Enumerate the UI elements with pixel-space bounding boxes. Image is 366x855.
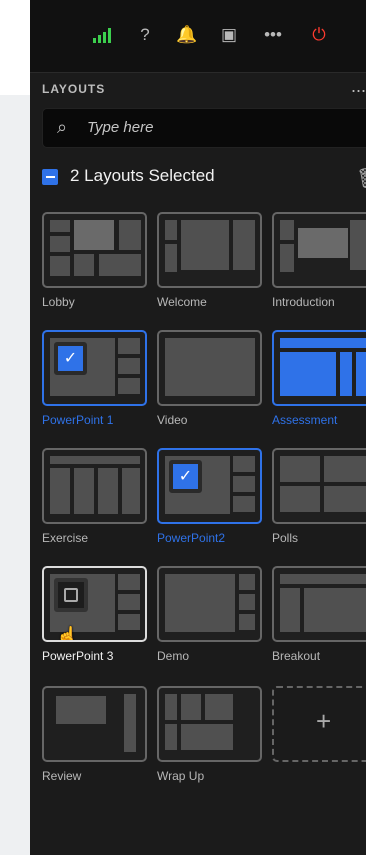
layout-tile-breakout[interactable]: Breakout <box>272 566 366 670</box>
layout-label: Introduction <box>272 295 335 309</box>
layout-tile-wrap-up[interactable]: Wrap Up <box>157 686 262 790</box>
layout-tile-demo[interactable]: Demo <box>157 566 262 670</box>
layout-label: Breakout <box>272 649 321 663</box>
trash-icon[interactable]: 🗑 <box>356 166 366 191</box>
layout-tile-welcome[interactable]: Welcome <box>157 212 262 316</box>
layout-label: PowerPoint 3 <box>42 649 114 663</box>
left-gray-strip <box>0 95 30 855</box>
layout-tile-exercise[interactable]: Exercise <box>42 448 147 552</box>
add-layout-thumbnail: + <box>272 686 366 762</box>
layout-thumbnail <box>157 686 262 762</box>
layout-thumbnail <box>157 330 262 406</box>
panel-menu-icon[interactable]: ... <box>351 76 366 97</box>
selected-check-icon: ✓ <box>54 342 87 375</box>
layout-tile-video[interactable]: Video <box>157 330 262 434</box>
plus-icon: + <box>316 706 332 736</box>
layout-label: Lobby <box>42 295 75 309</box>
hand-cursor-icon: ☝ <box>56 626 79 642</box>
more-icon[interactable]: ••• <box>262 24 284 46</box>
layout-tile-powerpoint2[interactable]: ✓ PowerPoint2 <box>157 448 262 552</box>
layout-label: Polls <box>272 531 299 545</box>
add-layout-tile[interactable]: + <box>272 686 366 790</box>
layout-thumbnail: ☝ <box>42 566 147 642</box>
unchecked-mini-icon <box>54 578 88 612</box>
layout-label: Video <box>157 413 188 427</box>
layout-thumbnail <box>272 448 366 524</box>
layout-label: Exercise <box>42 531 89 545</box>
layout-tile-review[interactable]: Review <box>42 686 147 790</box>
panel-title: LAYOUTS <box>42 82 106 96</box>
bell-icon[interactable]: 🔔 <box>176 24 198 46</box>
search-input[interactable] <box>85 118 349 137</box>
top-toolbar: ? 🔔 ▣ ••• ⏻ <box>30 0 366 73</box>
select-all-checkbox[interactable] <box>42 169 58 185</box>
layout-label: Review <box>42 769 82 783</box>
layout-label: Assessment <box>272 413 338 427</box>
layouts-grid: Lobby Welcome Introduction ✓ PowerPoint … <box>42 212 366 812</box>
help-icon[interactable]: ? <box>134 24 156 46</box>
layout-label: PowerPoint2 <box>157 531 226 545</box>
layout-tile-powerpoint-3[interactable]: ☝ PowerPoint 3 <box>42 566 147 670</box>
layout-thumbnail <box>272 330 366 406</box>
selection-count: 2 Layouts Selected <box>70 166 215 185</box>
layout-label: Welcome <box>157 295 207 309</box>
layout-tile-powerpoint-1[interactable]: ✓ PowerPoint 1 <box>42 330 147 434</box>
search-box[interactable]: ⌕ <box>42 108 366 148</box>
layout-label: Demo <box>157 649 190 663</box>
layout-thumbnail <box>272 566 366 642</box>
layout-tile-lobby[interactable]: Lobby <box>42 212 147 316</box>
layout-label: PowerPoint 1 <box>42 413 114 427</box>
layout-thumbnail <box>42 448 147 524</box>
layout-thumbnail <box>272 212 366 288</box>
layout-thumbnail: ✓ <box>42 330 147 406</box>
layout-thumbnail <box>42 212 147 288</box>
layout-thumbnail <box>157 566 262 642</box>
layouts-panel: ? 🔔 ▣ ••• ⏻ LAYOUTS ... ⌕ 2 Layouts Sele… <box>30 0 366 855</box>
layout-tile-polls[interactable]: Polls <box>272 448 366 552</box>
search-icon: ⌕ <box>57 117 68 137</box>
selected-check-icon: ✓ <box>169 460 202 493</box>
layout-tile-assessment[interactable]: Assessment <box>272 330 366 434</box>
layout-thumbnail: ✓ <box>157 448 262 524</box>
selection-bar: 2 Layouts Selected 🗑 <box>42 166 366 194</box>
layout-label: Wrap Up <box>157 769 205 783</box>
layout-thumbnail <box>157 212 262 288</box>
layout-thumbnail <box>42 686 147 762</box>
power-icon[interactable]: ⏻ <box>308 24 330 46</box>
signal-icon[interactable] <box>92 24 114 46</box>
screen-frame-icon[interactable]: ▣ <box>218 24 240 46</box>
layout-tile-introduction[interactable]: Introduction <box>272 212 366 316</box>
